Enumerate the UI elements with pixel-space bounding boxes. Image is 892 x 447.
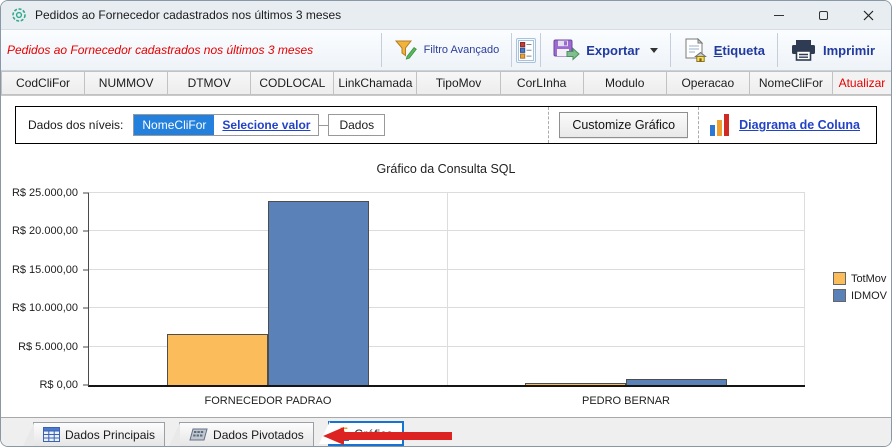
title-bar: Pedidos ao Fornecedor cadastrados nos úl… (1, 1, 891, 29)
dados-chip[interactable]: Dados (328, 114, 385, 136)
legend-swatch (833, 272, 846, 285)
level-field-chip[interactable]: NomeCliFor (134, 115, 214, 135)
chart-legend: TotMov IDMOV (833, 272, 887, 302)
colored-squares-icon (518, 40, 534, 61)
etiqueta-label: Etiqueta (714, 43, 765, 58)
x-axis-category-label: PEDRO BERNAR (447, 395, 805, 407)
close-icon (863, 10, 874, 21)
exportar-button[interactable]: Exportar (545, 36, 665, 64)
y-axis-tick-label: R$ 15.000,00 (12, 264, 78, 276)
tab-label: Dados Pivotados (213, 428, 304, 442)
imprimir-label: Imprimir (823, 43, 875, 58)
bar-idmov (268, 201, 369, 385)
column-header-operacao[interactable]: Operacao (667, 71, 750, 95)
bar-totmov (525, 383, 626, 385)
column-header-codclifor[interactable]: CodCliFor (1, 71, 85, 95)
chip-connector (319, 125, 328, 126)
category-group: FORNECEDOR PADRAO (89, 193, 447, 385)
levels-label: Dados dos níveis: (28, 118, 123, 132)
column-header-linkchamada[interactable]: LinkChamada (334, 71, 417, 95)
app-window: Pedidos ao Fornecedor cadastrados nos úl… (0, 0, 892, 447)
printer-icon (790, 39, 817, 62)
table-grid-icon (43, 427, 60, 442)
selecione-valor-link[interactable]: Selecione valor (214, 115, 318, 135)
column-header-dtmov[interactable]: DTMOV (168, 71, 251, 95)
etiqueta-button[interactable]: Etiqueta (675, 35, 773, 65)
column-header-modulo[interactable]: Modulo (584, 71, 667, 95)
column-header-nummov[interactable]: NUMMOV (85, 71, 168, 95)
category-group: PEDRO BERNAR (447, 193, 805, 385)
filtro-avancado-button[interactable]: Filtro Avançado (386, 36, 508, 64)
dashed-separator (548, 107, 549, 143)
legend-swatch (833, 289, 846, 302)
bar-totmov (167, 334, 268, 385)
toolbar-separator (511, 33, 512, 67)
column-header-tipomov[interactable]: TipoMov (417, 71, 500, 95)
y-axis-tick-label: R$ 20.000,00 (12, 225, 78, 237)
atualizar-link[interactable]: Atualizar (833, 71, 891, 95)
export-save-icon (553, 39, 580, 61)
legend-item-idmov: IDMOV (833, 289, 887, 302)
y-axis-tick-label: R$ 10.000,00 (12, 302, 78, 314)
y-axis-tick-label: R$ 0,00 (39, 379, 78, 391)
minimize-icon (774, 15, 784, 16)
arrow-shaft (344, 432, 452, 440)
column-header-codlocal[interactable]: CODLOCAL (251, 71, 334, 95)
column-chart-icon (709, 112, 731, 138)
bar-pair (447, 193, 805, 385)
arrow-tip (323, 427, 344, 445)
bar-pair (89, 193, 447, 385)
pivot-table-icon (189, 427, 208, 442)
customize-grafico-button[interactable]: Customize Gráfico (559, 112, 688, 138)
column-header-corlinha[interactable]: CorLInha (501, 71, 584, 95)
window-title: Pedidos ao Fornecedor cadastrados nos úl… (35, 8, 341, 22)
close-button[interactable] (846, 1, 891, 29)
toolbar-separator (670, 33, 671, 67)
toolbar-separator (540, 33, 541, 67)
toolbar-separator (381, 33, 382, 67)
diagrama-de-coluna-link[interactable]: Diagrama de Coluna (739, 118, 860, 132)
bar-idmov (626, 379, 727, 385)
app-icon (11, 7, 27, 23)
levels-panel: Dados dos níveis: NomeCliFor Selecione v… (1, 96, 891, 153)
legend-list-button[interactable] (516, 38, 536, 63)
levels-box: Dados dos níveis: NomeCliFor Selecione v… (15, 106, 877, 144)
imprimir-button[interactable]: Imprimir (782, 36, 883, 65)
grid-column-header-row: CodCliFor NUMMOV DTMOV CODLOCAL LinkCham… (1, 71, 891, 96)
plot-area: R$ 0,00R$ 5.000,00R$ 10.000,00R$ 15.000,… (88, 193, 805, 387)
legend-label: TotMov (851, 273, 886, 285)
toolbar-separator (777, 33, 778, 67)
label-document-icon (683, 38, 708, 62)
tab-label: Dados Principais (65, 428, 155, 442)
chevron-down-icon[interactable] (650, 48, 658, 53)
y-axis-tick-label: R$ 5.000,00 (18, 341, 78, 353)
maximize-button[interactable] (801, 1, 846, 29)
tab-dados-principais[interactable]: Dados Principais (33, 422, 165, 446)
toolbar: Pedidos ao Fornecedor cadastrados nos úl… (1, 29, 891, 71)
filter-funnel-icon (394, 39, 418, 61)
filtro-avancado-label: Filtro Avançado (424, 44, 500, 56)
maximize-icon (819, 11, 828, 20)
level-field-group: NomeCliFor Selecione valor (133, 114, 319, 136)
y-axis-tick-label: R$ 25.000,00 (12, 187, 78, 199)
legend-item-totmov: TotMov (833, 272, 887, 285)
tab-dados-pivotados[interactable]: Dados Pivotados (179, 422, 314, 446)
minimize-button[interactable] (756, 1, 801, 29)
chart-wrap: R$ 0,00 R$ 5.000,00 R$ 10.000,00 R$ 15.000,… (1, 178, 891, 410)
legend-label: IDMOV (851, 290, 887, 302)
dashed-separator (698, 107, 699, 143)
bottom-tab-bar: Dados Principais Dados Pivotados Σ Gráfi… (1, 417, 891, 446)
report-subtitle: Pedidos ao Fornecedor cadastrados nos úl… (7, 43, 313, 57)
chart-title: Gráfico da Consulta SQL (1, 153, 891, 178)
x-axis-category-label: FORNECEDOR PADRAO (89, 395, 447, 407)
exportar-label: Exportar (586, 43, 639, 58)
column-header-nomeclifor[interactable]: NomeCliFor (750, 71, 833, 95)
chart-section: Gráfico da Consulta SQL R$ 0,00 R$ 5.000,… (1, 153, 891, 417)
red-arrow-annotation (323, 427, 452, 445)
